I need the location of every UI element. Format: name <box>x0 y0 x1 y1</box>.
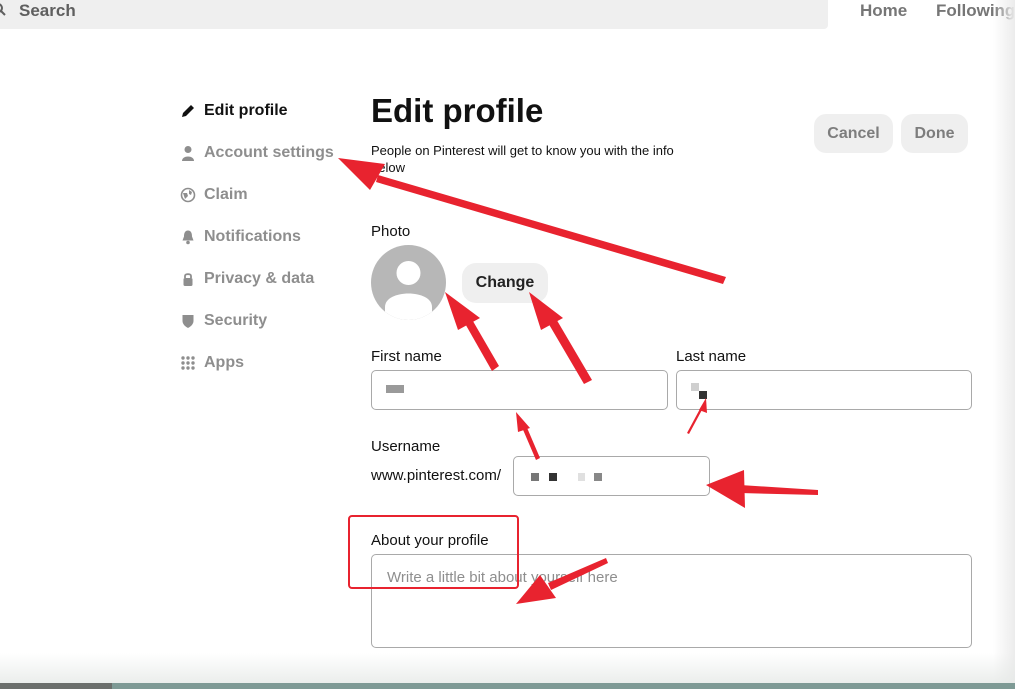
pencil-icon <box>182 105 194 117</box>
sidebar-item-label: Apps <box>204 354 244 371</box>
redacted-value <box>699 391 707 399</box>
annotation-highlight-box <box>348 515 519 589</box>
redacted-value <box>594 473 602 481</box>
globe-icon <box>180 187 196 203</box>
first-name-label: First name <box>371 348 442 365</box>
page-title: Edit profile <box>371 92 544 129</box>
avatar <box>371 245 446 320</box>
profile-url-prefix: www.pinterest.com/ <box>371 467 502 484</box>
redacted-value <box>386 385 404 393</box>
redacted-value <box>549 473 557 481</box>
username-label: Username <box>371 438 441 455</box>
sidebar-item-label: Notifications <box>204 228 301 245</box>
redacted-value <box>691 383 699 391</box>
last-name-field[interactable] <box>676 370 972 410</box>
sidebar-item-security[interactable]: Security <box>180 308 267 334</box>
annotation-arrow <box>706 470 818 508</box>
sidebar-item-privacy[interactable]: Privacy & data <box>180 266 314 292</box>
sidebar-item-claim[interactable]: Claim <box>180 182 248 208</box>
window-edge-shadow <box>993 0 1015 689</box>
annotation-arrow <box>445 292 499 371</box>
person-icon <box>182 146 194 161</box>
bottom-fade <box>0 653 1015 683</box>
lock-icon <box>183 273 193 286</box>
sidebar-item-label: Account settings <box>204 144 334 161</box>
shield-icon <box>182 315 194 328</box>
sidebar-item-apps[interactable]: Apps <box>180 350 244 376</box>
cancel-button[interactable]: Cancel <box>814 114 893 153</box>
nav-home-link[interactable]: Home <box>860 1 907 21</box>
top-bar: Search Home Following <box>0 0 1015 30</box>
desktop-strip <box>112 683 1015 689</box>
redacted-value <box>531 473 539 481</box>
page-subtitle: People on Pinterest will get to know you… <box>371 143 674 175</box>
sidebar-item-notifications[interactable]: Notifications <box>180 224 301 250</box>
sidebar-item-label: Edit profile <box>204 102 288 119</box>
photo-label: Photo <box>371 223 411 240</box>
done-button[interactable]: Done <box>901 114 968 153</box>
avatar-placeholder-icon <box>385 261 432 320</box>
sidebar-item-edit-profile[interactable]: Edit profile <box>180 98 288 124</box>
annotation-arrow <box>516 412 540 460</box>
search-bar[interactable] <box>0 0 828 29</box>
sidebar-item-label: Privacy & data <box>204 270 315 287</box>
sidebar-item-label: Security <box>204 312 268 329</box>
redacted-value <box>578 473 585 481</box>
bell-icon <box>182 230 194 245</box>
grid-icon <box>181 356 195 370</box>
change-photo-button[interactable]: Change <box>462 263 548 303</box>
username-field[interactable] <box>513 456 710 496</box>
search-icon <box>0 3 6 16</box>
search-placeholder[interactable]: Search <box>19 1 76 21</box>
sidebar-item-account-settings[interactable]: Account settings <box>180 140 334 166</box>
sidebar-item-label: Claim <box>204 186 248 203</box>
last-name-label: Last name <box>676 348 747 365</box>
first-name-field[interactable] <box>371 370 668 410</box>
